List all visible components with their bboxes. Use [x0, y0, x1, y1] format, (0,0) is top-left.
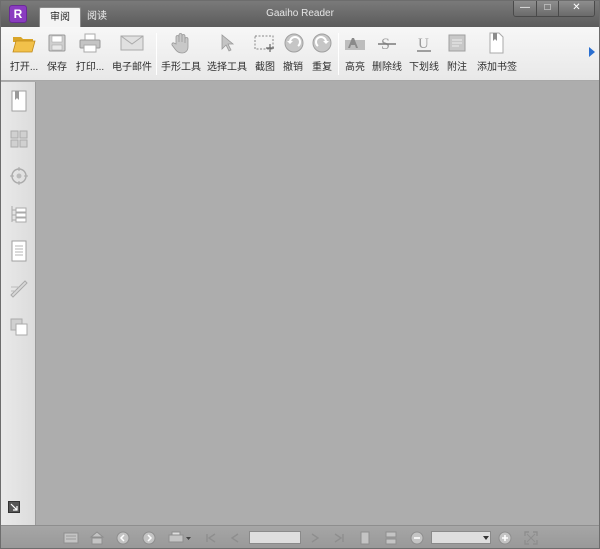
first-page-icon[interactable]: [203, 530, 219, 546]
hand-tool-button[interactable]: 手形工具: [161, 31, 201, 77]
print-button[interactable]: 打印...: [75, 31, 105, 77]
last-page-icon[interactable]: [331, 530, 347, 546]
hand-tool-label: 手形工具: [161, 62, 201, 73]
underline-button[interactable]: U 下划线: [409, 31, 439, 77]
underline-label: 下划线: [409, 62, 439, 73]
redo-icon: [310, 31, 334, 55]
signatures-icon[interactable]: [8, 278, 30, 300]
toolbar-separator: [156, 33, 157, 75]
email-button[interactable]: 电子邮件: [111, 31, 153, 77]
undo-button[interactable]: 撤销: [282, 31, 304, 77]
ribbon-toolbar: 打开... 保存 打印... 电子邮件 手形工具 选择工具 截图 撤销 重复 高…: [1, 27, 599, 81]
printer-icon: [78, 31, 102, 55]
save-label: 保存: [47, 62, 67, 73]
note-icon: [445, 31, 469, 55]
add-bookmark-icon: [484, 31, 508, 55]
previous-page-icon[interactable]: [227, 530, 243, 546]
highlight-button[interactable]: 高亮: [343, 31, 367, 77]
window-title: Gaaiho Reader: [266, 8, 334, 19]
strikeout-label: 删除线: [372, 62, 402, 73]
app-window: R 审阅 阅读 Gaaiho Reader — □ ✕ 打开... 保存 打印.…: [0, 0, 600, 549]
toolbar-separator: [338, 33, 339, 75]
folder-open-icon: [12, 31, 36, 55]
status-bar: [1, 525, 599, 548]
zoom-out-icon[interactable]: [409, 530, 425, 546]
envelope-icon: [120, 31, 144, 55]
single-page-view-icon[interactable]: [357, 530, 373, 546]
document-view[interactable]: [37, 82, 599, 525]
print-status-icon[interactable]: [167, 530, 193, 546]
full-screen-icon[interactable]: [523, 530, 539, 546]
select-tool-button[interactable]: 选择工具: [207, 31, 247, 77]
thumbnails-icon[interactable]: [8, 128, 30, 150]
close-button[interactable]: ✕: [558, 1, 594, 16]
fit-page-icon[interactable]: [89, 530, 105, 546]
print-label: 打印...: [75, 62, 105, 73]
first-page-layout-icon[interactable]: [63, 530, 79, 546]
note-label: 附注: [447, 62, 467, 73]
highlight-icon: [343, 31, 367, 55]
previous-view-icon[interactable]: [115, 530, 131, 546]
email-label: 电子邮件: [112, 62, 152, 73]
strikeout-button[interactable]: S 删除线: [372, 31, 402, 77]
save-button[interactable]: 保存: [45, 31, 69, 77]
redo-label: 重复: [312, 62, 332, 73]
open-label: 打开...: [9, 62, 39, 73]
cursor-icon: [215, 31, 239, 55]
expand-panel-icon[interactable]: [7, 500, 21, 514]
select-tool-label: 选择工具: [207, 62, 247, 73]
next-view-icon[interactable]: [141, 530, 157, 546]
minimize-button[interactable]: —: [514, 1, 536, 16]
continuous-view-icon[interactable]: [383, 530, 399, 546]
strikeout-icon: S: [375, 31, 399, 55]
add-bookmark-button[interactable]: 添加书签: [477, 31, 517, 77]
save-icon: [45, 31, 69, 55]
zoom-in-icon[interactable]: [497, 530, 513, 546]
underline-icon: U: [412, 31, 436, 55]
highlight-label: 高亮: [345, 62, 365, 73]
window-controls: — □ ✕: [513, 1, 595, 17]
left-panel: [1, 82, 36, 525]
bookmarks-icon[interactable]: [8, 90, 30, 112]
attachments-icon[interactable]: [8, 316, 30, 338]
chevron-down-icon: [483, 536, 489, 540]
undo-label: 撤销: [283, 62, 303, 73]
note-button[interactable]: 附注: [445, 31, 469, 77]
model-tree-icon[interactable]: [8, 203, 30, 225]
ribbon-scroll-right-icon[interactable]: [589, 47, 595, 57]
open-button[interactable]: 打开...: [7, 31, 41, 77]
next-page-icon[interactable]: [307, 530, 323, 546]
hand-icon: [169, 31, 193, 55]
add-bookmark-label: 添加书签: [477, 62, 517, 73]
snapshot-button[interactable]: 截图: [252, 31, 278, 77]
zoom-level-select[interactable]: [431, 531, 491, 544]
title-bar: R 审阅 阅读 Gaaiho Reader — □ ✕: [1, 1, 599, 27]
maximize-button[interactable]: □: [536, 1, 558, 16]
layers-icon[interactable]: [8, 165, 30, 187]
svg-text:U: U: [418, 36, 429, 52]
redo-button[interactable]: 重复: [310, 31, 334, 77]
pages-icon[interactable]: [8, 240, 30, 262]
undo-icon: [282, 31, 306, 55]
page-number-input[interactable]: [249, 531, 301, 544]
snapshot-label: 截图: [255, 62, 275, 73]
snapshot-icon: [253, 31, 277, 55]
